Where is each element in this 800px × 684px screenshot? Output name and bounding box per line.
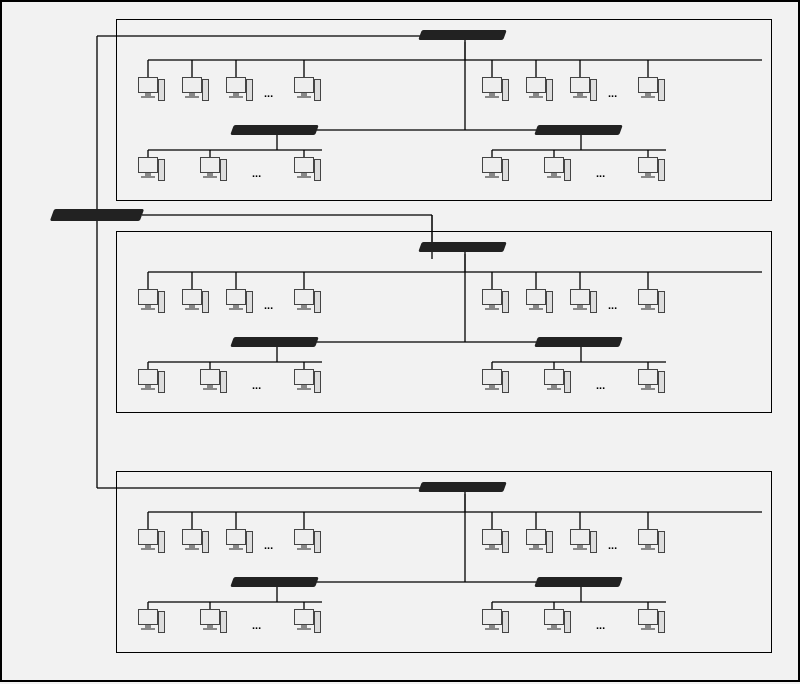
ellipsis: ... bbox=[264, 540, 273, 552]
pc-icon bbox=[482, 289, 504, 317]
ellipsis: ... bbox=[596, 620, 605, 632]
ellipsis: ... bbox=[264, 88, 273, 100]
cluster3-sub-switch-right bbox=[534, 577, 623, 587]
pc-icon bbox=[570, 77, 592, 105]
ellipsis: ... bbox=[252, 168, 261, 180]
pc-icon bbox=[294, 369, 316, 397]
pc-icon bbox=[182, 529, 204, 557]
pc-icon bbox=[544, 369, 566, 397]
cluster1-top-switch bbox=[418, 30, 507, 40]
pc-icon bbox=[544, 609, 566, 637]
pc-icon bbox=[482, 157, 504, 185]
pc-icon bbox=[226, 529, 248, 557]
ellipsis: ... bbox=[252, 380, 261, 392]
pc-icon bbox=[638, 157, 660, 185]
diagram-canvas: ... ... ... ... ... ... ... ... ... ... bbox=[0, 0, 800, 682]
cluster1-sub-switch-right bbox=[534, 125, 623, 135]
pc-icon bbox=[526, 77, 548, 105]
pc-icon bbox=[226, 289, 248, 317]
pc-icon bbox=[200, 609, 222, 637]
pc-icon bbox=[570, 529, 592, 557]
pc-icon bbox=[294, 77, 316, 105]
pc-icon bbox=[138, 609, 160, 637]
pc-icon bbox=[482, 77, 504, 105]
cluster1-sub-switch-left bbox=[230, 125, 319, 135]
pc-icon bbox=[638, 609, 660, 637]
pc-icon bbox=[138, 289, 160, 317]
cluster2-top-switch bbox=[418, 242, 507, 252]
cluster2-sub-switch-left bbox=[230, 337, 319, 347]
pc-icon bbox=[482, 369, 504, 397]
pc-icon bbox=[200, 369, 222, 397]
root-switch bbox=[50, 209, 144, 221]
cluster3-top-switch bbox=[418, 482, 507, 492]
pc-icon bbox=[182, 289, 204, 317]
pc-icon bbox=[526, 529, 548, 557]
pc-icon bbox=[544, 157, 566, 185]
pc-icon bbox=[226, 77, 248, 105]
pc-icon bbox=[294, 609, 316, 637]
pc-icon bbox=[526, 289, 548, 317]
pc-icon bbox=[638, 77, 660, 105]
pc-icon bbox=[638, 289, 660, 317]
cluster3-sub-switch-left bbox=[230, 577, 319, 587]
pc-icon bbox=[138, 157, 160, 185]
pc-icon bbox=[138, 369, 160, 397]
pc-icon bbox=[482, 529, 504, 557]
cluster2-sub-switch-right bbox=[534, 337, 623, 347]
pc-icon bbox=[638, 369, 660, 397]
pc-icon bbox=[294, 529, 316, 557]
pc-icon bbox=[294, 157, 316, 185]
ellipsis: ... bbox=[608, 540, 617, 552]
pc-icon bbox=[638, 529, 660, 557]
pc-icon bbox=[182, 77, 204, 105]
pc-icon bbox=[138, 529, 160, 557]
pc-icon bbox=[200, 157, 222, 185]
pc-icon bbox=[138, 77, 160, 105]
ellipsis: ... bbox=[596, 380, 605, 392]
ellipsis: ... bbox=[264, 300, 273, 312]
pc-icon bbox=[482, 609, 504, 637]
ellipsis: ... bbox=[608, 88, 617, 100]
ellipsis: ... bbox=[608, 300, 617, 312]
pc-icon bbox=[294, 289, 316, 317]
ellipsis: ... bbox=[252, 620, 261, 632]
ellipsis: ... bbox=[596, 168, 605, 180]
pc-icon bbox=[570, 289, 592, 317]
